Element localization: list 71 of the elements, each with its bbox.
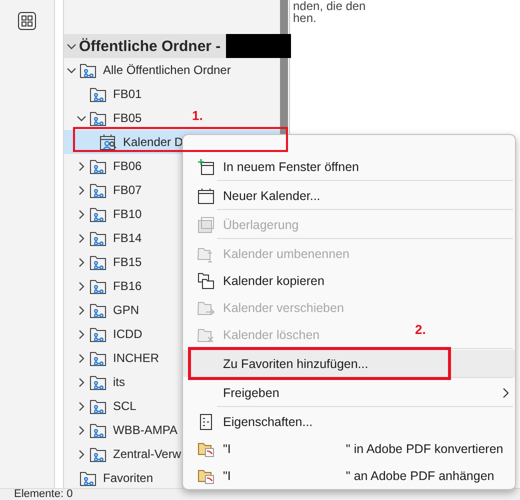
shared-folder-icon	[89, 325, 107, 343]
shared-folder-icon	[89, 373, 107, 391]
folder-item[interactable]: Favoriten	[64, 466, 158, 490]
menu-item[interactable]: Neuer Kalender...	[183, 182, 328, 209]
shared-folder-icon	[79, 61, 97, 79]
shared-folder-icon	[89, 181, 107, 199]
preview-text: nden, die den	[293, 0, 367, 12]
shared-folder-icon	[89, 397, 107, 415]
folder-item[interactable]: FB05	[64, 106, 146, 130]
chevron-right-icon[interactable]	[77, 330, 86, 338]
shared-folder-icon	[89, 349, 107, 367]
shared-folder-icon	[79, 469, 97, 487]
chevron-right-icon[interactable]	[77, 378, 86, 386]
folder-item[interactable]: GPN	[64, 298, 144, 322]
shared-folder-icon	[89, 229, 107, 247]
folder-item[interactable]: FB01	[64, 82, 146, 106]
step-number: 2.	[415, 322, 426, 337]
shared-folder-icon	[89, 85, 107, 103]
menu-item[interactable]: "I " in Adobe PDF konvertieren	[183, 435, 512, 462]
folder-item[interactable]: FB15	[64, 250, 146, 274]
chevron-down-icon[interactable]	[77, 114, 86, 122]
folder-copy-icon	[197, 272, 215, 290]
shared-folder-icon	[89, 157, 107, 175]
chevron-right-icon[interactable]	[77, 234, 86, 242]
chevron-right-icon[interactable]	[77, 282, 86, 290]
step-number: 1.	[192, 108, 203, 123]
folder-item[interactable]: FB06	[64, 154, 146, 178]
shared-folder-icon	[89, 277, 107, 295]
folder-item[interactable]: INCHER	[64, 346, 164, 370]
folder-item[interactable]: SCL	[64, 394, 140, 418]
chevron-right-icon[interactable]	[77, 162, 86, 170]
folder-item[interactable]: FB16	[64, 274, 146, 298]
folder-item[interactable]: ICDD	[64, 322, 146, 346]
shared-folder-icon	[89, 253, 107, 271]
menu-item[interactable]: "I " an Adobe PDF anhängen	[183, 462, 502, 489]
apps-grid-icon[interactable]	[18, 12, 36, 30]
folder-item[interactable]: Alle Öffentlichen Ordner	[64, 58, 235, 82]
section-header[interactable]: Öffentliche Ordner -	[64, 34, 290, 58]
properties-icon	[197, 412, 215, 430]
shared-folder-icon	[89, 421, 107, 439]
chevron-right-icon[interactable]	[77, 258, 86, 266]
status-text: Elemente: 0	[14, 488, 73, 500]
chevron-right-icon[interactable]	[77, 210, 86, 218]
menu-item[interactable]: Eigenschaften...	[183, 408, 321, 435]
menu-item[interactable]: Freigeben	[183, 379, 515, 406]
menu-item[interactable]: Kalender kopieren	[183, 267, 332, 294]
menu-item[interactable]: In neuem Fenster öffnen	[183, 153, 367, 180]
folder-item[interactable]: Zentral-Verw	[64, 442, 186, 466]
folder-item[interactable]: FB10	[64, 202, 146, 226]
redaction-block	[226, 34, 291, 58]
shared-folder-icon	[89, 109, 107, 127]
folder-item[interactable]: FB14	[64, 226, 146, 250]
chevron-down-icon[interactable]	[67, 66, 76, 74]
folder-item[interactable]: its	[64, 370, 129, 394]
chevron-right-icon[interactable]	[77, 402, 86, 410]
preview-text: hen.	[293, 12, 316, 24]
chevron-down-icon[interactable]	[67, 42, 76, 50]
folder-item[interactable]: WBB-AMPA	[64, 418, 182, 442]
shared-folder-icon	[89, 445, 107, 463]
chevron-right-icon[interactable]	[77, 306, 86, 314]
shared-folder-icon	[89, 205, 107, 223]
chevron-right-icon[interactable]	[77, 186, 86, 194]
chevron-right-icon[interactable]	[77, 426, 86, 434]
folder-item[interactable]: FB07	[64, 178, 146, 202]
stacked-calendars-icon	[197, 216, 215, 234]
new-window-icon	[197, 158, 215, 176]
menu-item[interactable]: Zu Favoriten hinzufügen...	[183, 350, 515, 377]
shared-folder-icon	[89, 301, 107, 319]
chevron-right-icon[interactable]	[77, 354, 86, 362]
calendar-folder-icon	[99, 133, 117, 151]
chevron-right-icon[interactable]	[77, 450, 86, 458]
